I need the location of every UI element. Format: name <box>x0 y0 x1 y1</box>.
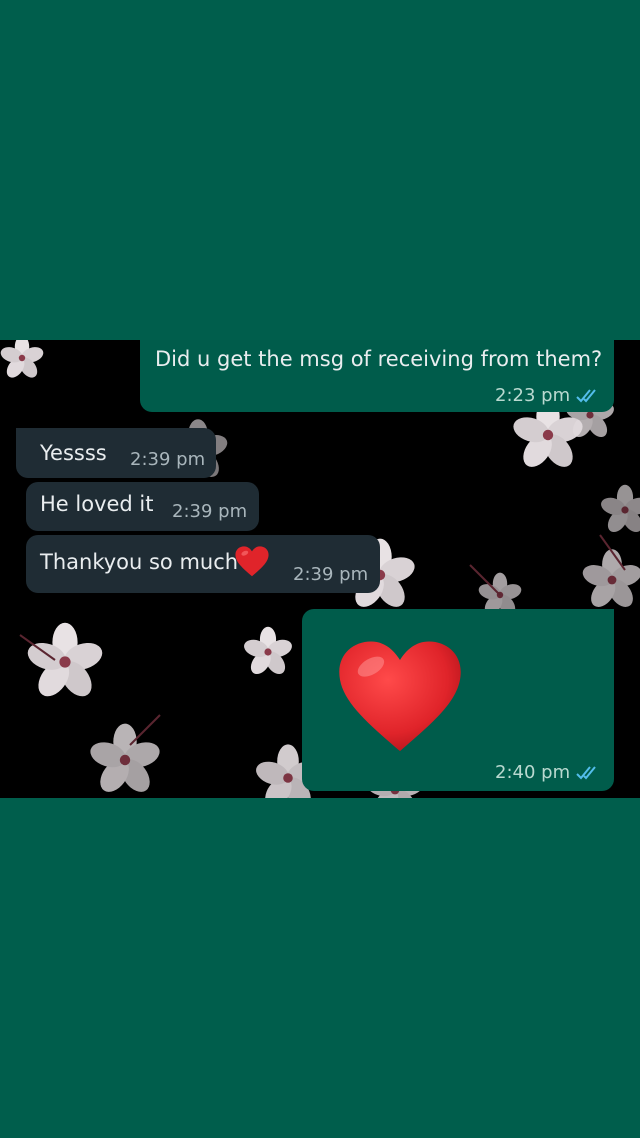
message-timestamp: 2:39 pm <box>130 449 206 470</box>
message-text: He loved it <box>40 492 154 516</box>
double-check-read-icon <box>576 766 596 780</box>
incoming-message-bubble[interactable]: Yessss 2:39 pm <box>16 428 216 478</box>
outgoing-emoji-message-bubble[interactable]: 2:40 pm <box>302 609 614 791</box>
double-check-read-icon <box>576 389 596 403</box>
chat-screenshot: Did u get the msg of receiving from them… <box>0 340 640 798</box>
incoming-message-bubble[interactable]: Thankyou so much 2:39 pm <box>26 535 380 593</box>
message-text: Thankyou so much <box>40 550 239 574</box>
message-text: Did u get the msg of receiving from them… <box>155 347 603 371</box>
message-timestamp: 2:39 pm <box>172 501 248 522</box>
red-heart-icon <box>235 546 269 577</box>
top-background-band <box>0 0 640 340</box>
large-red-heart-icon <box>339 641 461 752</box>
outgoing-message-bubble[interactable]: Did u get the msg of receiving from them… <box>140 340 614 412</box>
message-timestamp: 2:40 pm <box>495 762 571 783</box>
message-timestamp: 2:23 pm <box>495 385 571 406</box>
message-timestamp: 2:39 pm <box>293 564 369 585</box>
incoming-message-bubble[interactable]: He loved it 2:39 pm <box>26 482 259 531</box>
bottom-background-band <box>0 798 640 1138</box>
message-text: Yessss <box>40 441 107 465</box>
